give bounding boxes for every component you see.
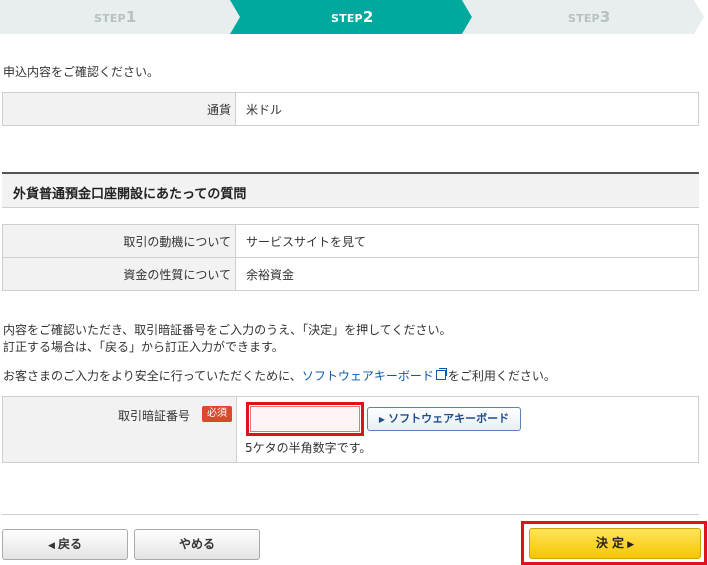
table-row: 資金の性質について 余裕資金 (2, 257, 699, 291)
back-button-label: 戻る (58, 537, 83, 551)
instruction-line-3-post: をご利用ください。 (447, 369, 556, 383)
funds-value: 余裕資金 (235, 257, 699, 291)
external-window-icon (435, 368, 447, 380)
funds-label: 資金の性質について (2, 257, 236, 291)
currency-table: 通貨 米ドル (2, 92, 699, 126)
required-badge: 必須 (202, 406, 232, 422)
triangle-right-icon: ▶ (624, 540, 635, 550)
triangle-left-icon: ◀ (47, 541, 59, 551)
triangle-right-icon: ▶ (378, 415, 386, 424)
step-1: STEP1 (94, 8, 137, 26)
step-indicator: STEP1 STEP2 STEP3 (0, 0, 708, 34)
motive-value: サービスサイトを見て (235, 224, 699, 258)
software-keyboard-link[interactable]: ソフトウェアキーボード (302, 369, 434, 383)
software-keyboard-button[interactable]: ▶ ソフトウェアキーボード (367, 407, 521, 431)
instruction-line-3: お客さまのご入力をより安全に行っていただくために、ソフトウェアキーボード をご利用… (3, 368, 556, 384)
confirm-button-label: 決 定 (595, 536, 625, 550)
step-3: STEP3 (568, 8, 611, 26)
section-title: 外貨普通預金口座開設にあたっての質問 (13, 187, 247, 202)
table-row: 取引の動機について サービスサイトを見て (2, 224, 699, 258)
pin-input[interactable] (250, 406, 360, 432)
confirm-button[interactable]: 決 定 ▶ (529, 528, 701, 559)
currency-label: 通貨 (2, 92, 236, 126)
cancel-button[interactable]: やめる (134, 529, 260, 560)
instruction-line-2: 訂正する場合は、「戻る」から訂正入力ができます。 (3, 340, 284, 354)
instruction-line-1: 内容をご確認いただき、取引暗証番号をご入力のうえ、「決定」を押してください。 (3, 323, 452, 337)
instruction-line-3-pre: お客さまのご入力をより安全に行っていただくために、 (3, 369, 302, 383)
software-keyboard-button-label: ソフトウェアキーボード (388, 412, 510, 425)
back-button[interactable]: ◀ 戻る (2, 529, 128, 560)
pin-label-cell: 取引暗証番号 必須 (3, 397, 237, 462)
step-2: STEP2 (331, 8, 374, 26)
pin-label: 取引暗証番号 (118, 409, 191, 423)
intro-text: 申込内容をご確認ください。 (3, 65, 160, 79)
divider (2, 514, 699, 515)
section-header: 外貨普通預金口座開設にあたっての質問 (2, 172, 699, 208)
questions-table: 取引の動機について サービスサイトを見て 資金の性質について 余裕資金 (2, 224, 699, 291)
motive-label: 取引の動機について (2, 224, 236, 258)
currency-value: 米ドル (235, 92, 699, 126)
cancel-button-label: やめる (178, 537, 215, 551)
currency-row: 通貨 米ドル (2, 92, 699, 126)
pin-hint: 5ケタの半角数字です。 (245, 441, 372, 455)
